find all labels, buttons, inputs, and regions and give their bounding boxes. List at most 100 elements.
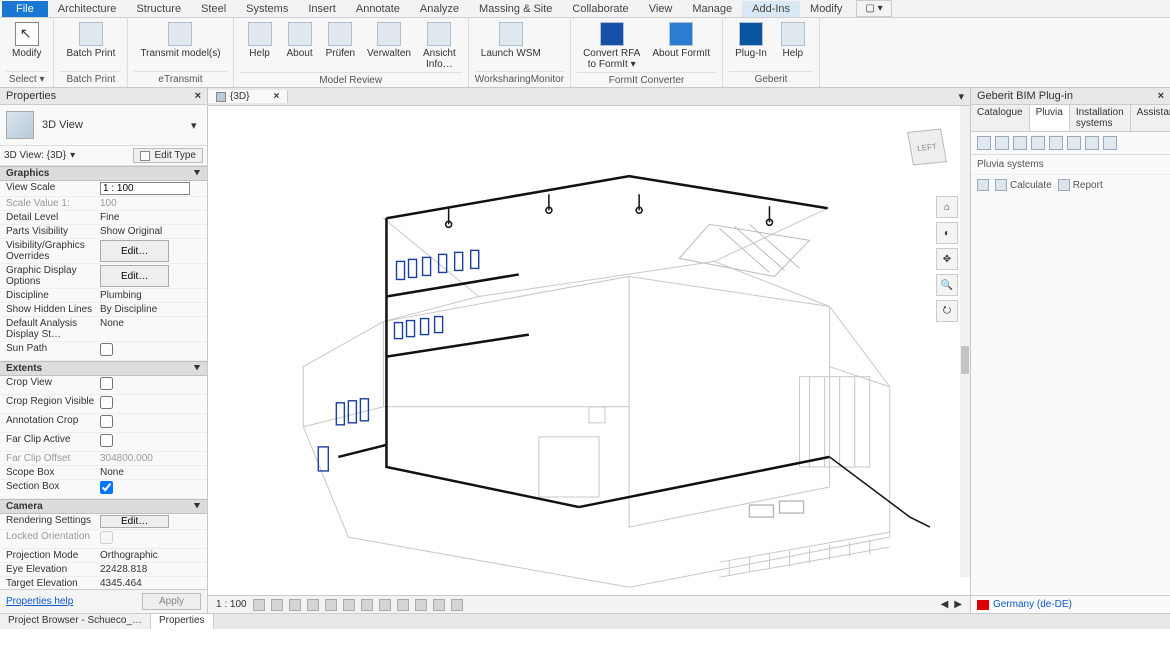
geberit-tool-5-icon[interactable] (1049, 136, 1063, 150)
nav-orbit-icon[interactable]: ⭮ (936, 300, 958, 322)
dock-tab-project-browser[interactable]: Project Browser - Schueco_… (0, 614, 151, 629)
geberit-tool-1-icon[interactable] (977, 136, 991, 150)
ansicht-info-button[interactable]: Ansicht Info… (417, 20, 462, 72)
graphic-display-edit-button[interactable]: Edit… (100, 265, 169, 287)
about-formit-button[interactable]: About FormIt (646, 20, 716, 72)
tab-addins[interactable]: Add-Ins (742, 1, 800, 17)
ribbon-options-dropdown[interactable]: ▢ ▾ (856, 0, 891, 17)
modify-button[interactable]: Modify (6, 20, 47, 71)
batch-print-button[interactable]: Batch Print (60, 20, 121, 71)
geberit-tool-3-icon[interactable] (1013, 136, 1027, 150)
verwalten-button[interactable]: Verwalten (361, 20, 417, 72)
scroll-left-icon[interactable]: ◀ (941, 599, 949, 610)
crop-region-visible-checkbox[interactable] (100, 396, 113, 409)
calculate-button[interactable]: Calculate (995, 179, 1052, 191)
dock-tab-properties[interactable]: Properties (151, 614, 214, 629)
panel-label-select[interactable]: Select ▾ (6, 71, 47, 87)
geberit-panel-close-icon[interactable]: × (1158, 90, 1164, 102)
show-hidden-lines-value[interactable]: By Discipline (98, 304, 207, 315)
tab-architecture[interactable]: Architecture (48, 1, 127, 17)
section-box-checkbox[interactable] (100, 481, 113, 494)
vertical-scrollbar[interactable] (960, 106, 970, 577)
tab-analyze[interactable]: Analyze (410, 1, 469, 17)
nav-pan-icon[interactable]: ✥ (936, 248, 958, 270)
rendering-icon[interactable] (307, 599, 319, 611)
discipline-value[interactable]: Plumbing (98, 290, 207, 301)
detail-level-value[interactable]: Fine (98, 212, 207, 223)
chevron-down-icon[interactable]: ▾ (70, 150, 75, 161)
tab-systems[interactable]: Systems (236, 1, 298, 17)
annotation-crop-checkbox[interactable] (100, 415, 113, 428)
nav-wheel-icon[interactable]: ◐ (936, 222, 958, 244)
properties-type-selector[interactable]: 3D View ▾ (0, 105, 207, 146)
group-graphics[interactable]: Graphics (6, 168, 49, 179)
visual-style-icon[interactable] (253, 599, 265, 611)
group-expander-icon[interactable]: ⯆ (193, 363, 201, 374)
tab-collaborate[interactable]: Collaborate (562, 1, 638, 17)
properties-close-icon[interactable]: × (195, 90, 201, 102)
help-button[interactable]: Help (240, 20, 280, 72)
geberit-tool-2-icon[interactable] (995, 136, 1009, 150)
geberit-plugin-button[interactable]: Plug-In (729, 20, 773, 71)
file-tab[interactable]: File (2, 1, 48, 17)
projection-mode-value[interactable]: Orthographic (98, 550, 207, 561)
shadows-icon[interactable] (289, 599, 301, 611)
geberit-tool-8-icon[interactable] (1103, 136, 1117, 150)
refresh-button[interactable] (977, 179, 989, 191)
report-button[interactable]: Report (1058, 179, 1103, 191)
lock-3d-icon[interactable] (361, 599, 373, 611)
scope-box-value[interactable]: None (98, 467, 207, 478)
worksharing-display-icon[interactable] (433, 599, 445, 611)
edit-type-button[interactable]: Edit Type (133, 148, 203, 163)
viewcube-face[interactable]: LEFT (907, 128, 947, 165)
view-tab-3d[interactable]: {3D} × (208, 90, 288, 103)
crop-region-icon[interactable] (343, 599, 355, 611)
sun-path-checkbox[interactable] (100, 343, 113, 356)
geberit-tab-pluvia[interactable]: Pluvia (1030, 105, 1070, 131)
rendering-settings-edit-button[interactable]: Edit… (100, 515, 169, 528)
properties-help-link[interactable]: Properties help (6, 596, 73, 607)
tab-manage[interactable]: Manage (682, 1, 742, 17)
analytical-model-icon[interactable] (415, 599, 427, 611)
reveal-constraints-icon[interactable] (451, 599, 463, 611)
geberit-tab-assistants[interactable]: Assistants (1131, 105, 1170, 131)
geberit-tool-4-icon[interactable] (1031, 136, 1045, 150)
vg-overrides-edit-button[interactable]: Edit… (100, 240, 169, 262)
nav-home-icon[interactable]: ⌂ (936, 196, 958, 218)
locale-link[interactable]: Germany (de-DE) (993, 599, 1072, 610)
group-expander-icon[interactable]: ⯆ (193, 501, 201, 512)
temporary-hide-icon[interactable] (379, 599, 391, 611)
tab-massing-site[interactable]: Massing & Site (469, 1, 562, 17)
view-tab-options-icon[interactable]: ▾ (952, 90, 970, 103)
reveal-hidden-icon[interactable] (397, 599, 409, 611)
tab-structure[interactable]: Structure (126, 1, 191, 17)
far-clip-active-checkbox[interactable] (100, 434, 113, 447)
tab-annotate[interactable]: Annotate (346, 1, 410, 17)
target-elevation-value[interactable]: 4345.464 (98, 578, 207, 589)
transmit-models-button[interactable]: Transmit model(s) (134, 20, 226, 71)
tab-view[interactable]: View (639, 1, 683, 17)
parts-visibility-value[interactable]: Show Original (98, 226, 207, 237)
analysis-display-value[interactable]: None (98, 318, 207, 340)
nav-zoom-icon[interactable]: 🔍 (936, 274, 958, 296)
geberit-tool-6-icon[interactable] (1067, 136, 1081, 150)
crop-view-icon[interactable] (325, 599, 337, 611)
group-expander-icon[interactable]: ⯆ (193, 168, 201, 179)
eye-elevation-value[interactable]: 22428.818 (98, 564, 207, 575)
viewcube[interactable]: LEFT (900, 122, 954, 176)
tab-modify[interactable]: Modify (800, 1, 852, 17)
crop-view-checkbox[interactable] (100, 377, 113, 390)
geberit-help-button[interactable]: Help (773, 20, 813, 71)
tab-insert[interactable]: Insert (298, 1, 346, 17)
geberit-tab-installation-systems[interactable]: Installation systems (1070, 105, 1131, 131)
close-icon[interactable]: × (273, 91, 279, 102)
group-camera[interactable]: Camera (6, 501, 43, 512)
tab-steel[interactable]: Steel (191, 1, 236, 17)
scroll-right-icon[interactable]: ▶ (954, 599, 962, 610)
launch-wsm-button[interactable]: Launch WSM (475, 20, 547, 71)
drawing-canvas[interactable]: LEFT ⌂ ◐ ✥ 🔍 ⭮ (208, 106, 970, 595)
geberit-tool-7-icon[interactable] (1085, 136, 1099, 150)
geberit-tab-catalogue[interactable]: Catalogue (971, 105, 1030, 131)
pruefen-button[interactable]: Prüfen (320, 20, 361, 72)
sun-settings-icon[interactable] (271, 599, 283, 611)
